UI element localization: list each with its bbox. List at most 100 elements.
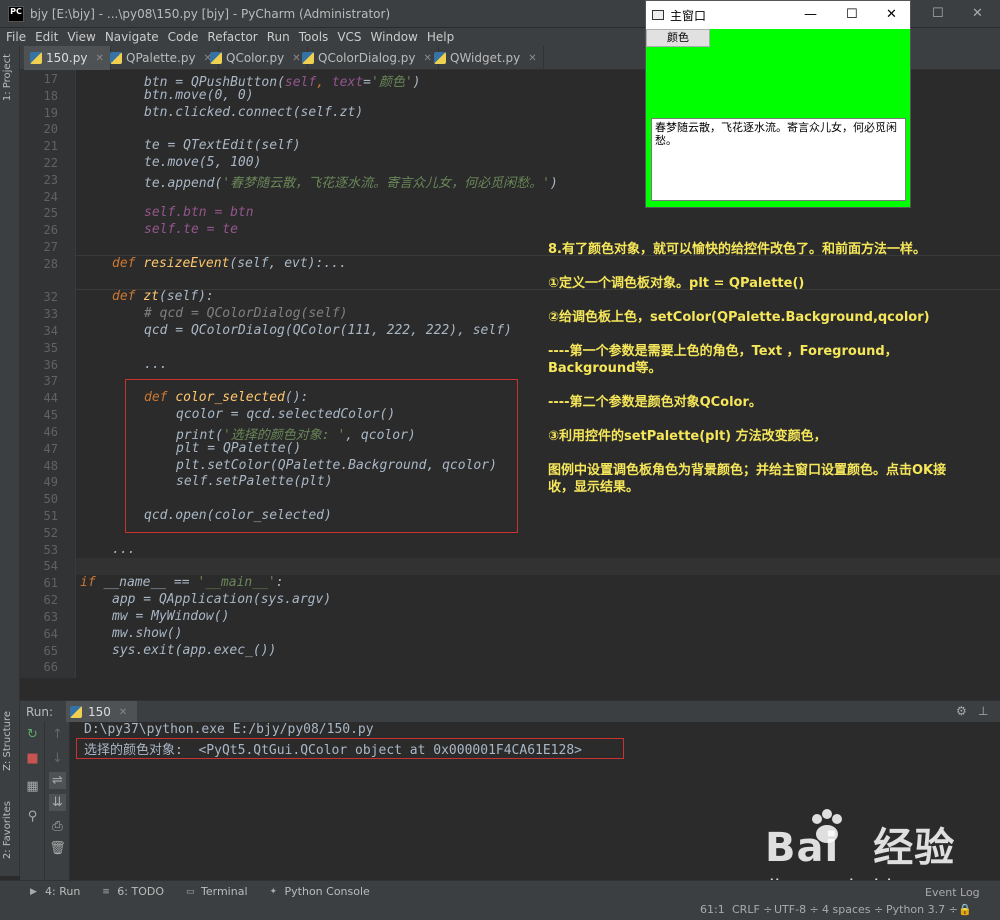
baidu-paw-icon — [812, 809, 842, 843]
project-tool-tab[interactable]: 1: Project — [2, 54, 13, 101]
caret-position[interactable]: 61:1 — [700, 903, 725, 916]
menu-view[interactable]: View — [67, 30, 95, 44]
line-number: 34 — [43, 324, 58, 338]
code-line-62: if __name__ == '__main__': — [80, 575, 284, 590]
code-line-26: self.te = te — [144, 222, 238, 237]
menu-vcs[interactable]: VCS — [337, 30, 361, 44]
todo-tool-label: 6: TODO — [117, 885, 165, 898]
run-panel-header: Run: 150 ✕ ⚙ ⊥ — [20, 700, 1000, 723]
window-icon — [652, 10, 664, 20]
run-icon: ▶ — [30, 886, 37, 897]
line-number: 61 — [43, 576, 58, 590]
tab-qcolordialog-py[interactable]: QColorDialog.py ✕ — [296, 46, 439, 70]
line-number: 62 — [43, 593, 58, 607]
run-tool-label: 4: Run — [45, 885, 81, 898]
status-bar: 61:1 CRLF ÷ UTF-8 ÷ 4 spaces ÷ Python 3.… — [0, 902, 1000, 920]
line-number: 24 — [43, 190, 58, 204]
code-line-19: btn.clicked.connect(self.zt) — [144, 105, 364, 120]
editor-gutter: 17 18 19 20 21 22 23 24 25 26 27 28 32 3… — [20, 70, 76, 678]
python-file-icon — [30, 52, 42, 64]
soft-wrap-icon[interactable]: ⇌ — [49, 772, 66, 789]
favorites-tool-tab[interactable]: 2: Favorites — [2, 801, 13, 859]
python-interpreter[interactable]: Python 3.7 ÷ — [886, 903, 958, 916]
menu-help[interactable]: Help — [427, 30, 454, 44]
close-tab-icon[interactable]: ✕ — [95, 53, 103, 64]
close-tab-icon[interactable]: ✕ — [119, 707, 127, 718]
python-file-icon — [110, 52, 122, 64]
menu-run[interactable]: Run — [267, 30, 290, 44]
menu-code[interactable]: Code — [168, 30, 199, 44]
trash-icon[interactable]: 🗑 — [49, 840, 66, 857]
close-button[interactable]: ✕ — [972, 6, 983, 21]
layout-icon[interactable]: ▦ — [24, 778, 41, 795]
code-line-21: te = QTextEdit(self) — [144, 138, 301, 153]
tutorial-annotation: 8.有了颜色对象，就可以愉快的给控件改色了。和前面方法一样。 ①定义一个调色板对… — [548, 241, 968, 513]
tab-qcolor-py[interactable]: QColor.py ✕ — [204, 46, 308, 70]
hide-panel-icon[interactable]: ⊥ — [978, 704, 988, 718]
python-file-icon — [210, 52, 222, 64]
line-number: 21 — [43, 139, 58, 153]
file-encoding[interactable]: UTF-8 ÷ — [774, 903, 819, 916]
rerun-icon[interactable]: ↻ — [24, 726, 41, 743]
line-number: 26 — [43, 223, 58, 237]
menu-edit[interactable]: Edit — [35, 30, 58, 44]
down-arrow-icon[interactable]: ↓ — [49, 750, 66, 767]
qt-text-edit[interactable]: 春梦随云散，飞花逐水流。寄言众儿女，何必觅闲愁。 — [651, 118, 906, 201]
scroll-to-end-icon[interactable]: ⇊ — [49, 794, 66, 811]
print-icon[interactable]: ⎙ — [49, 818, 66, 835]
python-console-tool-tab[interactable]: ✦ Python Console — [270, 885, 370, 898]
tab-label: QColor.py — [226, 51, 285, 65]
line-number: 28 — [43, 257, 58, 271]
highlight-box-output — [76, 738, 624, 759]
line-number: 35 — [43, 341, 58, 355]
menu-window[interactable]: Window — [371, 30, 418, 44]
tab-qwidget-py[interactable]: QWidget.py ✕ — [428, 46, 544, 70]
line-number: 47 — [43, 442, 58, 456]
line-number: 49 — [43, 475, 58, 489]
color-button[interactable]: 颜色 — [646, 29, 710, 47]
annotation-summary: 图例中设置调色板角色为背景颜色；并给主窗口设置颜色。点击OK接收，显示结果。 — [548, 463, 947, 495]
line-number: 22 — [43, 156, 58, 170]
line-number: 48 — [43, 459, 58, 473]
terminal-tool-tab[interactable]: ▭ Terminal — [186, 885, 248, 898]
maximize-button[interactable]: ☐ — [932, 6, 944, 21]
menu-navigate[interactable]: Navigate — [105, 30, 159, 44]
tab-label: 150.py — [46, 51, 88, 65]
run-toolbar-primary: ↻ ■ ▦ ⚲ — [20, 722, 45, 880]
stop-icon[interactable]: ■ — [24, 750, 41, 767]
line-separator[interactable]: CRLF ÷ — [732, 903, 773, 916]
qt-maximize-button[interactable]: ☐ — [846, 7, 858, 22]
up-arrow-icon[interactable]: ↑ — [49, 726, 66, 743]
baidu-logo: Bai 经验 — [765, 825, 956, 871]
todo-tool-tab[interactable]: ≡ 6: TODO — [102, 885, 164, 898]
annotation-step-1: ①定义一个调色板对象。plt = QPalette() — [548, 276, 805, 291]
line-number: 37 — [43, 374, 58, 388]
terminal-icon: ▭ — [186, 886, 195, 897]
run-tool-tab[interactable]: ▶ 4: Run — [30, 885, 80, 898]
annotation-param-2: ----第二个参数是颜色对象QColor。 — [548, 395, 762, 410]
menu-file[interactable]: File — [6, 30, 26, 44]
line-number: 50 — [43, 492, 58, 506]
line-number: 51 — [43, 509, 58, 523]
close-tab-icon[interactable]: ✕ — [528, 53, 536, 64]
run-tab-150[interactable]: 150 ✕ — [66, 701, 138, 723]
tab-150-py[interactable]: 150.py ✕ — [24, 46, 111, 70]
line-number: 44 — [43, 391, 58, 405]
python-file-icon — [70, 706, 82, 718]
line-number: 33 — [43, 307, 58, 321]
qt-close-button[interactable]: ✕ — [886, 7, 897, 22]
pin-icon[interactable]: ⚲ — [24, 808, 41, 825]
lock-icon[interactable]: 🔒 — [958, 903, 972, 916]
event-log-button[interactable]: Event Log — [925, 886, 980, 899]
structure-tool-tab[interactable]: Z: Structure — [2, 711, 13, 771]
code-line-63: app = QApplication(sys.argv) — [112, 592, 332, 607]
qt-minimize-button[interactable]: — — [804, 7, 817, 22]
run-toolbar-secondary: ↑ ↓ ⇌ ⇊ ⎙ 🗑 — [45, 722, 70, 880]
console-command: D:\py37\python.exe E:/bjy/py08/150.py — [84, 722, 374, 737]
gear-icon[interactable]: ⚙ — [956, 704, 967, 718]
menu-tools[interactable]: Tools — [299, 30, 329, 44]
indent-setting[interactable]: 4 spaces ÷ — [822, 903, 883, 916]
run-label: Run: — [26, 704, 54, 719]
tab-qpalette-py[interactable]: QPalette.py ✕ — [104, 46, 219, 70]
menu-refactor[interactable]: Refactor — [207, 30, 257, 44]
